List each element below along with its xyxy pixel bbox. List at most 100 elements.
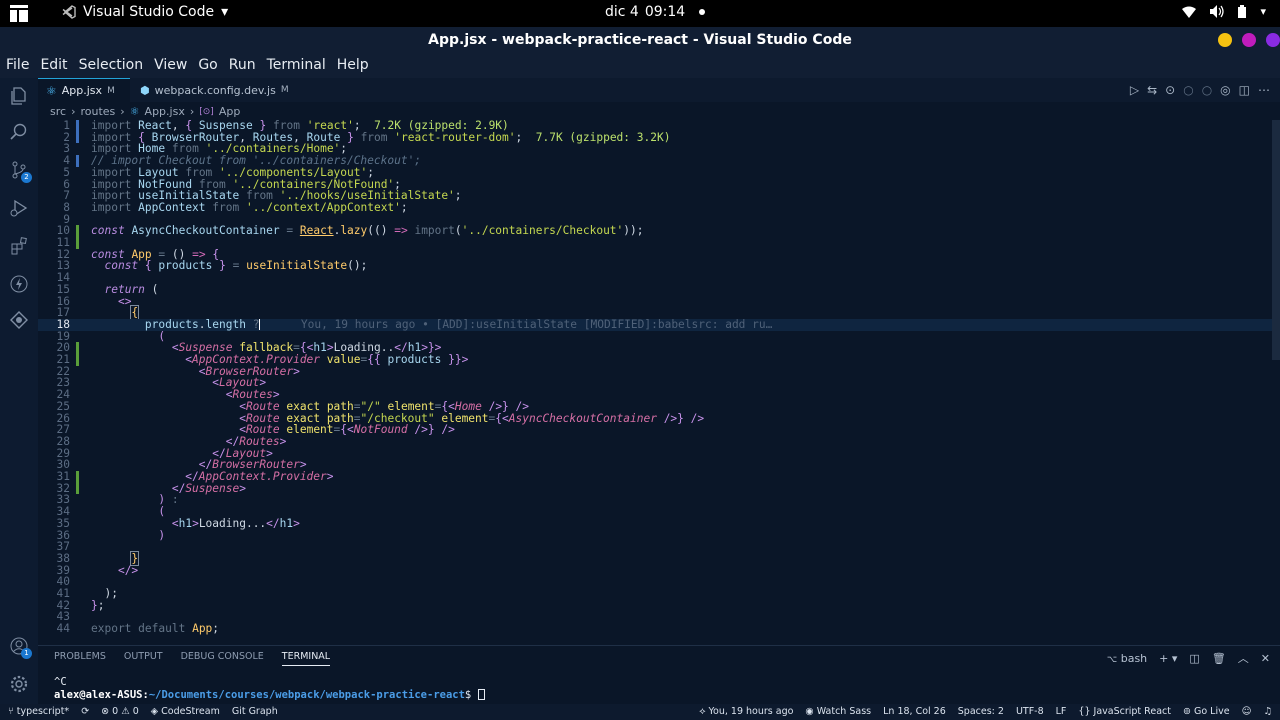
git-blame-annotation: You, 19 hours ago • [ADD]:useInitialStat…	[300, 317, 773, 331]
tab-webpack-config[interactable]: ⬢ webpack.config.dev.js M	[132, 78, 302, 102]
react-file-icon: ⚛	[46, 83, 57, 98]
tab-terminal[interactable]: TERMINAL	[281, 651, 331, 666]
codestream-icon[interactable]	[9, 310, 29, 330]
breadcrumb-routes[interactable]: routes	[80, 105, 115, 118]
maximize-button[interactable]	[1242, 33, 1256, 47]
git-graph-item[interactable]: Git Graph	[232, 706, 278, 717]
problems-item[interactable]: ⊗ 0 ⚠ 0	[101, 706, 139, 717]
terminal-prompt-line: alex@alex-ASUS:~/Documents/courses/webpa…	[54, 689, 485, 702]
breadcrumb-symbol[interactable]: App	[219, 105, 241, 118]
new-terminal-icon[interactable]: + ▾	[1159, 652, 1177, 665]
split-editor-icon[interactable]: ◫	[1239, 83, 1250, 97]
code-editor[interactable]: 1 import React, { Suspense } from 'react'…	[38, 120, 1272, 640]
app-menu[interactable]: Visual Studio Code ▾	[62, 4, 228, 20]
line-number: 25	[56, 399, 70, 413]
modified-indicator: M	[107, 85, 115, 96]
battery-icon	[1238, 5, 1247, 18]
clock[interactable]: dic 4 09:14	[605, 4, 706, 20]
tab-debug-console[interactable]: DEBUG CONSOLE	[181, 651, 264, 666]
editor-actions: ▷ ⇆ ⊙ ○ ○ ◎ ◫ ⋯	[1130, 83, 1270, 97]
activity-bar: 2 1	[0, 78, 38, 704]
notifications-bell-icon[interactable]: ♫	[1263, 706, 1272, 717]
codestream-item[interactable]: ◈ CodeStream	[151, 706, 220, 717]
search-icon[interactable]	[9, 122, 29, 142]
compare-changes-icon[interactable]: ⇆	[1147, 83, 1157, 97]
close-button[interactable]	[1266, 33, 1280, 47]
kill-terminal-icon[interactable]: 🗑︎	[1212, 652, 1226, 665]
git-next-icon[interactable]: ○	[1202, 83, 1212, 97]
line-number: 8	[63, 200, 70, 214]
menu-run[interactable]: Run	[223, 54, 261, 78]
indentation-item[interactable]: Spaces: 2	[958, 706, 1004, 717]
text-cursor	[259, 318, 261, 330]
code-line: 15 return (	[38, 283, 1272, 296]
maximize-panel-icon[interactable]: ︿	[1238, 650, 1249, 666]
tab-app-jsx[interactable]: ⚛ App.jsx M	[38, 78, 130, 102]
git-previous-icon[interactable]: ○	[1183, 83, 1193, 97]
menu-help[interactable]: Help	[331, 54, 374, 78]
eol-item[interactable]: LF	[1056, 706, 1067, 717]
run-debug-icon[interactable]	[9, 198, 29, 218]
accounts-badge: 1	[21, 648, 32, 659]
breadcrumb-src[interactable]: src	[50, 105, 66, 118]
git-commit-icon[interactable]: ⊙	[1165, 83, 1175, 97]
go-live-label: Go Live	[1193, 706, 1230, 717]
close-panel-icon[interactable]: ✕	[1261, 652, 1270, 665]
git-branch-item[interactable]: ⑂ typescript*	[8, 706, 69, 717]
cursor-position-item[interactable]: Ln 18, Col 26	[883, 706, 946, 717]
code-line: 32 </Suspense>	[38, 482, 1272, 495]
menu-selection[interactable]: Selection	[73, 54, 149, 78]
explorer-icon[interactable]	[9, 86, 29, 106]
encoding-item[interactable]: UTF-8	[1016, 706, 1044, 717]
accounts-button[interactable]: 1	[9, 636, 32, 659]
code-line: 33 ) :	[38, 494, 1272, 506]
git-blame-item[interactable]: ⟡ You, 19 hours ago	[699, 706, 793, 717]
menu-file[interactable]: File	[0, 54, 34, 78]
system-tray[interactable]: ▾	[1182, 5, 1266, 18]
terminal-output[interactable]: ^C alex@alex-ASUS:~/Documents/courses/we…	[54, 676, 485, 702]
tab-problems[interactable]: PROBLEMS	[54, 651, 106, 666]
system-top-bar: Visual Studio Code ▾ dic 4 09:14 ▾	[0, 0, 1280, 27]
status-bar: ⑂ typescript* ⟳ ⊗ 0 ⚠ 0 ◈ CodeStream Git…	[0, 704, 1280, 720]
branch-name: typescript*	[16, 706, 70, 717]
split-terminal-icon[interactable]: ◫	[1189, 652, 1199, 665]
line-number: 5	[63, 165, 70, 179]
sync-icon[interactable]: ⟳	[81, 706, 89, 717]
code-line: 16 <>	[38, 295, 1272, 308]
watch-sass-item[interactable]: ◉ Watch Sass	[805, 706, 871, 717]
code-text: )	[158, 528, 166, 542]
menu-edit[interactable]: Edit	[34, 54, 72, 78]
panel-actions: ⌥ bash + ▾ ◫ 🗑︎ ︿ ✕	[1107, 650, 1270, 666]
line-number: 44	[56, 622, 70, 636]
code-text: <h1>Loading...</h1>	[171, 516, 300, 530]
menu-view[interactable]: View	[148, 54, 192, 78]
code-line: 35 <h1>Loading...</h1>	[38, 516, 1272, 530]
shell-name: bash	[1120, 651, 1148, 665]
line-number: 35	[56, 516, 70, 530]
menu-go[interactable]: Go	[192, 54, 222, 78]
language-mode-item[interactable]: {} JavaScript React	[1078, 706, 1171, 717]
code-line: 13 const { products } = useInitialState(…	[38, 260, 1272, 272]
activities-icon[interactable]	[10, 5, 28, 22]
code-line: 41 );	[38, 588, 1272, 600]
app-name: Visual Studio Code	[83, 4, 215, 20]
lightning-icon[interactable]	[9, 274, 29, 294]
tab-output[interactable]: OUTPUT	[124, 651, 163, 666]
menu-terminal[interactable]: Terminal	[261, 54, 331, 78]
extensions-icon[interactable]	[9, 236, 29, 256]
terminal-shell-selector[interactable]: ⌥ bash	[1107, 652, 1147, 665]
more-actions-icon[interactable]: ⋯	[1258, 83, 1270, 97]
minimize-button[interactable]	[1218, 33, 1232, 47]
timeline-icon[interactable]: ◎	[1220, 83, 1230, 97]
feedback-icon[interactable]: ☺	[1242, 706, 1252, 717]
code-text: export default App;	[91, 622, 220, 636]
editor-scrollbar[interactable]	[1272, 120, 1280, 360]
vscode-icon	[62, 5, 76, 19]
language-label: JavaScript React	[1093, 706, 1171, 717]
run-file-icon[interactable]: ▷	[1130, 83, 1139, 97]
settings-gear-icon[interactable]	[9, 674, 29, 694]
breadcrumb-file[interactable]: App.jsx	[145, 105, 185, 118]
go-live-item[interactable]: ⊚ Go Live	[1183, 706, 1230, 717]
source-control-button[interactable]: 2	[9, 160, 32, 183]
code-line: 38 }	[38, 550, 1272, 566]
